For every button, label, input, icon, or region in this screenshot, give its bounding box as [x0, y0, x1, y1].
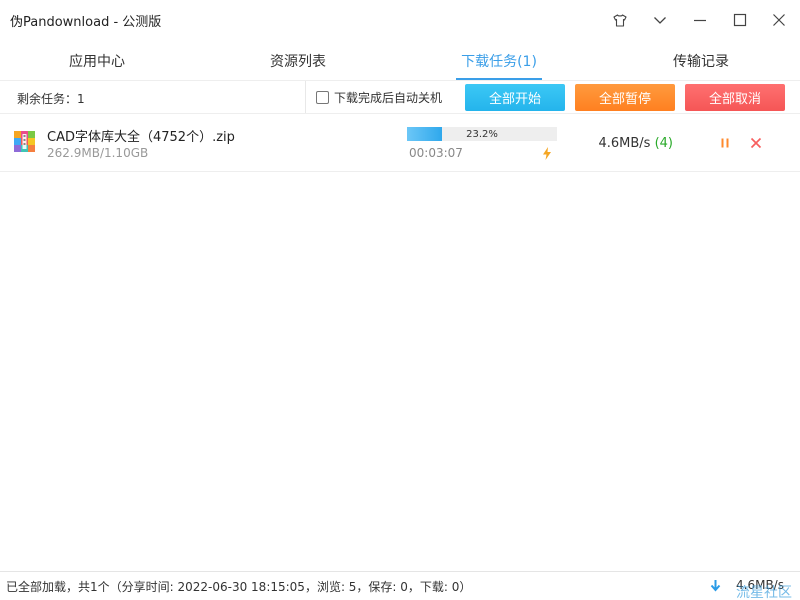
tab-label: 应用中心	[69, 54, 125, 70]
app-window: 伪Pandownload - 公测版 应用中心 资源列表 下载任务(1) 传输记…	[0, 0, 800, 600]
minimize-icon	[694, 19, 706, 22]
download-arrow-icon	[710, 580, 721, 592]
skin-button[interactable]	[606, 6, 634, 34]
close-icon	[773, 14, 785, 26]
tab-resource-list[interactable]: 资源列表	[248, 42, 348, 80]
maximize-button[interactable]	[726, 6, 754, 34]
status-bar: 已全部加载，共1个（分享时间: 2022-06-30 18:15:05，浏览: …	[0, 571, 800, 600]
task-filename: CAD字体库大全（4752个）.zip	[47, 130, 235, 145]
pause-icon[interactable]	[719, 137, 731, 149]
title-bar: 伪Pandownload - 公测版	[0, 0, 800, 40]
elapsed-time: 00:03:07	[409, 146, 463, 160]
remaining-tasks-label: 剩余任务：1	[17, 92, 85, 106]
archive-file-icon	[14, 131, 35, 152]
cancel-all-button[interactable]: 全部取消	[685, 84, 785, 111]
task-row[interactable]: CAD字体库大全（4752个）.zip 262.9MB/1.10GB 23.2%…	[0, 114, 800, 172]
speed-value: 4.6MB/s	[598, 136, 651, 151]
tab-bar: 应用中心 资源列表 下载任务(1) 传输记录	[0, 42, 800, 80]
tab-label: 资源列表	[270, 54, 326, 70]
connection-count: (4)	[654, 136, 673, 151]
auto-shutdown-label: 下载完成后自动关机	[334, 91, 443, 105]
tab-app-center[interactable]: 应用中心	[47, 42, 147, 80]
task-size: 262.9MB/1.10GB	[47, 146, 149, 160]
pause-all-button[interactable]: 全部暂停	[575, 84, 675, 111]
collapse-button[interactable]	[646, 6, 674, 34]
tab-transfer-records[interactable]: 传输记录	[651, 42, 751, 80]
tab-download-tasks[interactable]: 下载任务(1)	[456, 42, 542, 80]
auto-shutdown-checkbox[interactable]: 下载完成后自动关机	[316, 89, 442, 106]
minimize-button[interactable]	[686, 6, 714, 34]
task-speed: 4.6MB/s (4)	[560, 136, 673, 151]
skin-icon	[613, 13, 627, 27]
tab-label: 下载任务(1)	[461, 54, 537, 70]
chevron-down-icon	[654, 17, 666, 24]
lightning-icon	[543, 147, 551, 160]
watermark: 流星社区	[736, 585, 792, 600]
toolbar-divider	[305, 81, 306, 113]
progress-percent: 23.2%	[466, 128, 498, 140]
checkbox-box[interactable]	[316, 91, 329, 104]
start-all-button[interactable]: 全部开始	[465, 84, 565, 111]
window-title: 伪Pandownload - 公测版	[10, 15, 162, 30]
progress-bar: 23.2%	[407, 127, 557, 141]
task-toolbar: 剩余任务：1 下载完成后自动关机 全部开始 全部暂停 全部取消	[0, 80, 800, 114]
remove-task-icon[interactable]	[750, 137, 762, 149]
tab-label: 传输记录	[673, 54, 729, 70]
maximize-icon	[733, 13, 747, 27]
status-text: 已全部加载，共1个（分享时间: 2022-06-30 18:15:05，浏览: …	[6, 580, 472, 594]
close-window-button[interactable]	[765, 6, 793, 34]
